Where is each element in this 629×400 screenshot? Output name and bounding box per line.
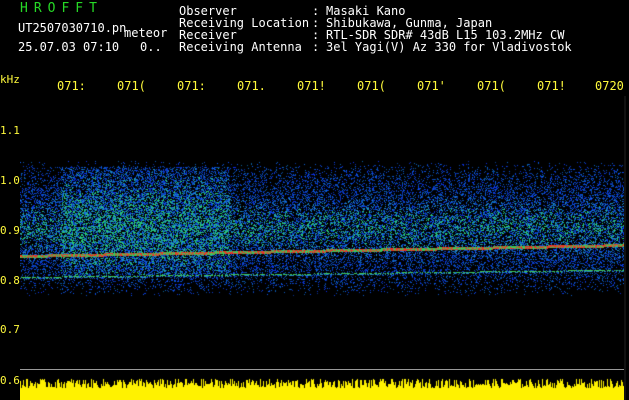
- spectrogram-window: HROFFT UT2507030710.pn meteor 25.07.03 0…: [0, 0, 629, 400]
- app-brand: HROFFT: [20, 1, 103, 16]
- time-label: 071': [417, 79, 446, 93]
- time-label: 0720: [595, 79, 624, 93]
- time-label: 071(: [357, 79, 386, 93]
- spectrogram-canvas: [20, 96, 624, 400]
- time-label: 071.: [237, 79, 266, 93]
- plot-divider: [20, 369, 624, 370]
- freq-tick-label: 0.6: [0, 374, 20, 387]
- frequency-unit-label: kHz: [0, 73, 20, 86]
- time-label: 071:: [177, 79, 206, 93]
- time-label: 071!: [297, 79, 326, 93]
- timestamp: 25.07.03 07:10: [18, 40, 120, 54]
- freq-tick-label: 0.7: [0, 323, 20, 336]
- freq-tick-label: 0.9: [0, 224, 20, 237]
- info-label: Receiving Antenna: [179, 40, 302, 54]
- freq-tick-label: 0.8: [0, 274, 20, 287]
- freq-tick-label: 1.1: [0, 124, 20, 137]
- plot-edge: [624, 96, 626, 400]
- freq-tick-label: 1.0: [0, 174, 20, 187]
- info-value: 3el Yagi(V) Az 330 for Vladivostok: [326, 40, 572, 54]
- file-name: UT2507030710.pn: [18, 21, 127, 35]
- time-label: 071(: [117, 79, 146, 93]
- station-info: Observer : Masaki Kano Receiving Locatio…: [179, 5, 572, 53]
- info-row-antenna: Receiving Antenna : 3el Yagi(V) Az 330 f…: [179, 41, 572, 53]
- info-separator: :: [312, 40, 320, 54]
- time-label: 071!: [537, 79, 566, 93]
- mode-label: meteor: [124, 26, 168, 40]
- time-label: 071:: [57, 79, 86, 93]
- time-label: 071(: [477, 79, 506, 93]
- meteor-count: 0..: [140, 40, 162, 54]
